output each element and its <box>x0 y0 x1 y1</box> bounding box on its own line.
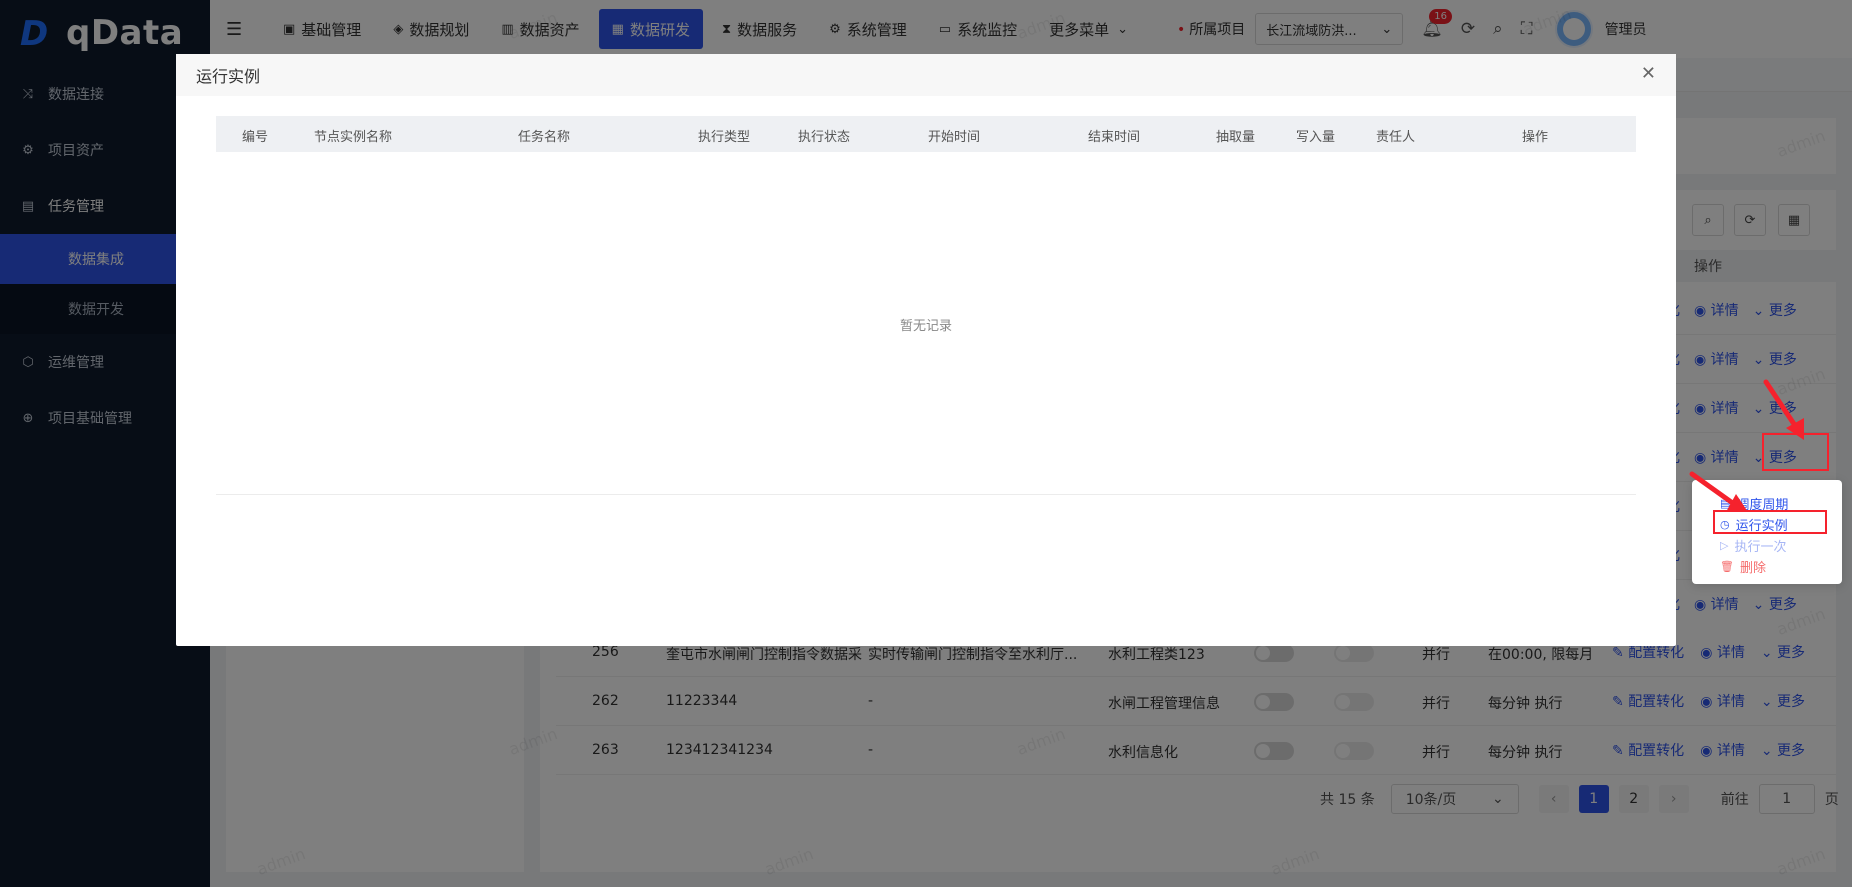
column-header: 责任人 <box>1376 130 1416 145</box>
column-header: 编号 <box>242 130 269 145</box>
column-header: 执行状态 <box>798 130 851 145</box>
close-icon[interactable]: ✕ <box>1641 63 1656 84</box>
arrow-annotation-icon <box>1763 379 1804 440</box>
column-header: 节点实例名称 <box>314 130 393 145</box>
dropdown-item-label: 执行一次 <box>1734 540 1787 555</box>
column-header: 执行类型 <box>698 130 751 145</box>
column-header: 抽取量 <box>1216 130 1256 145</box>
dropdown-item-delete[interactable]: 🗑︎ 删除 <box>1720 557 1766 576</box>
column-header: 写入量 <box>1296 130 1336 145</box>
column-header: 结束时间 <box>1088 130 1141 145</box>
dropdown-item-label: 删除 <box>1739 561 1766 576</box>
column-header: 开始时间 <box>928 130 981 145</box>
empty-state-text: 暂无记录 <box>899 319 952 334</box>
column-header: 操作 <box>1522 130 1549 145</box>
dropdown-item-run-once[interactable]: ▷ 执行一次 <box>1720 536 1786 555</box>
run-instance-modal: 运行实例 ✕ 编号 节点实例名称 任务名称 执行类型 执行状态 开始时间 结束时… <box>176 54 1676 646</box>
modal-header: 运行实例 ✕ <box>176 54 1676 96</box>
trash-icon: 🗑︎ <box>1720 560 1734 573</box>
arrow-annotation-icon <box>1689 471 1748 512</box>
table-header: 编号 节点实例名称 任务名称 执行类型 执行状态 开始时间 结束时间 抽取量 写… <box>216 116 1636 152</box>
table-bottom-border <box>216 494 1636 495</box>
play-icon: ▷ <box>1720 539 1729 552</box>
modal-title: 运行实例 <box>196 67 261 86</box>
column-header: 任务名称 <box>518 130 571 145</box>
